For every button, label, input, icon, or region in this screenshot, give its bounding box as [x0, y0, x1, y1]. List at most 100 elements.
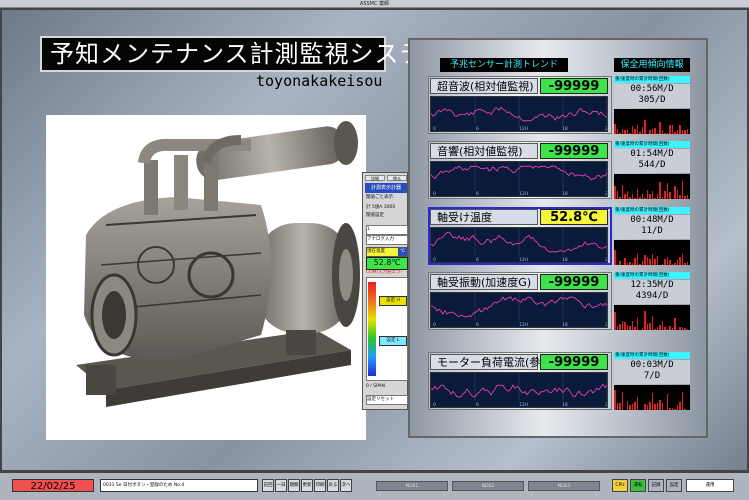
maintenance-header: 保全用傾向情報: [614, 58, 690, 72]
maint-histogram: [614, 305, 690, 330]
trend-graph[interactable]: 0 6 12H 18 24: [430, 96, 611, 132]
set-high-marker[interactable]: 設定 H: [379, 296, 407, 306]
maint-time: 01:54M/D: [630, 149, 674, 159]
status-flag: CPU: [612, 479, 628, 492]
sensor-value-display: -99999: [540, 274, 608, 290]
trend-graph[interactable]: 0 6 12H 18 24: [430, 372, 611, 408]
sensor-name-label: 軸受け温度: [430, 209, 538, 225]
nav-button[interactable]: 戻る: [327, 479, 339, 492]
trend-tick-label: 6: [476, 257, 479, 262]
option-setting-radio[interactable]: 閾値設定: [366, 212, 406, 220]
input-type-select[interactable]: アナログ入力: [366, 235, 408, 245]
maint-time: 00:03M/D: [630, 360, 674, 370]
maint-time: 12:35M/D: [630, 280, 674, 290]
app-title: 予知メンテナンス計測監視システム: [40, 36, 448, 72]
trend-tick-label: 12H: [519, 126, 528, 131]
date-display[interactable]: 22/02/25: [12, 479, 94, 492]
maint-count: 7/D: [643, 371, 661, 381]
status-flag: 運転: [630, 479, 646, 492]
temp-unit: ℃: [397, 248, 407, 256]
strip-title: 計測表示計器: [365, 183, 407, 193]
maint-label: 重/速度時の累計時間(回数): [614, 352, 690, 359]
sensor-name-label: 軸受振動(加速度G): [430, 274, 538, 290]
nav-button[interactable]: 期間: [288, 479, 300, 492]
trend-tick-label: 0: [433, 191, 436, 196]
maint-histogram: [614, 240, 690, 265]
maint-histogram: [614, 174, 690, 199]
maint-time: 00:56M/D: [630, 84, 674, 94]
trend-tick-label: 12H: [519, 402, 528, 407]
trend-tick-label: 24: [605, 257, 607, 262]
trend-tick-label: 24: [605, 126, 607, 131]
trend-graph[interactable]: 0 6 12H 18 24: [430, 227, 611, 263]
sensor-name-label: 音響(相対値監視): [430, 143, 538, 159]
sensor-value-display: 52.8℃: [540, 209, 608, 225]
strip-subtitle: 閾値ごと表示: [366, 195, 393, 200]
sensor-value-display: -99999: [540, 354, 608, 370]
maint-values: 12:35M/D 4394/D: [614, 280, 690, 304]
trend-tick-label: 6: [476, 402, 479, 407]
strip-status-text: COM/入力値エラ-: [366, 270, 403, 275]
trend-tick-label: 0: [433, 257, 436, 262]
status-field: ND01: [376, 481, 448, 491]
sensor-name-label: モーター負荷電流(参: [430, 354, 540, 370]
trend-tick-label: 0: [433, 126, 436, 131]
status-flag: 設定: [666, 479, 682, 492]
reset-button[interactable]: 設定リセット: [366, 395, 408, 405]
trend-graph[interactable]: 0 6 12H 18 24: [430, 292, 611, 328]
nav-button[interactable]: 更新: [301, 479, 313, 492]
trend-tick-label: 24: [605, 322, 607, 327]
option-threshold-radio[interactable]: 計 5値A 3000: [366, 204, 406, 212]
channel-select[interactable]: 1: [366, 225, 408, 235]
maint-values: 00:56M/D 305/D: [614, 84, 690, 108]
zero-span-label: 0 / SPAN: [366, 384, 385, 389]
blower-machine-illustration: [76, 121, 360, 407]
trend-tick-label: 18: [562, 402, 568, 407]
maint-label: 重/速度時の累計時間(回数): [614, 272, 690, 279]
maint-values: 00:03M/D 7/D: [614, 360, 690, 384]
trend-tick-label: 24: [605, 402, 607, 407]
close-tab[interactable]: 閉る: [387, 175, 407, 181]
trend-tick-label: 0: [433, 322, 436, 327]
maint-label: 重/速度時の累計時間(回数): [614, 76, 690, 83]
maint-count: 544/D: [638, 160, 666, 170]
detail-tab[interactable]: 詳細: [365, 175, 385, 181]
temp-label-text: 現在温度: [367, 249, 385, 254]
set-low-marker[interactable]: 設定 L: [379, 336, 407, 346]
nav-button[interactable]: 次へ: [340, 479, 352, 492]
equipment-photo: [46, 115, 366, 440]
trend-header: 予兆センサー計測トレンド: [440, 58, 568, 72]
trend-tick-label: 12H: [519, 257, 528, 262]
maint-label: 重/速度時の累計時間(回数): [614, 207, 690, 214]
color-scale-bar: [368, 282, 376, 376]
maint-values: 01:54M/D 544/D: [614, 149, 690, 173]
trend-tick-label: 6: [476, 191, 479, 196]
maint-count: 11/D: [641, 226, 663, 236]
maint-histogram: [614, 109, 690, 134]
trend-graph[interactable]: 0 6 12H 18 24: [430, 161, 611, 197]
nav-button[interactable]: 前回: [262, 479, 274, 492]
status-field: ND02: [452, 481, 524, 491]
nav-button[interactable]: 印刷: [314, 479, 326, 492]
window-title-bar: ASSMC 薬師: [0, 0, 749, 8]
status-field: ND03: [528, 481, 600, 491]
app-subtitle: toyonakakeisou: [256, 72, 383, 90]
status-flag: 記録: [648, 479, 664, 492]
trend-tick-label: 6: [476, 322, 479, 327]
sensor-value-display: -99999: [540, 143, 608, 159]
strip-tabs: 詳細 閉る: [365, 175, 407, 181]
info-field: 0031 Se 日付ボタン・登録のため No.4: [100, 479, 258, 492]
maint-values: 00:48M/D 11/D: [614, 215, 690, 239]
nav-button[interactable]: 一日: [275, 479, 287, 492]
trend-tick-label: 18: [562, 191, 568, 196]
trend-tick-label: 12H: [519, 191, 528, 196]
maint-count: 305/D: [638, 95, 666, 105]
maint-label: 重/速度時の累計時間(回数): [614, 141, 690, 148]
level-indicator: 設定 H 設定 L: [366, 277, 408, 381]
trend-tick-label: 12H: [519, 322, 528, 327]
mode-select[interactable]: 運用: [686, 479, 734, 492]
trend-tick-label: 18: [562, 257, 568, 262]
maint-histogram: [614, 385, 690, 410]
sensor-value-display: -99999: [540, 78, 608, 94]
meter-control-strip: 詳細 閉る 計測表示計器 閾値ごと表示 計 5値A 3000 閾値設定 1 アナ…: [362, 172, 408, 410]
